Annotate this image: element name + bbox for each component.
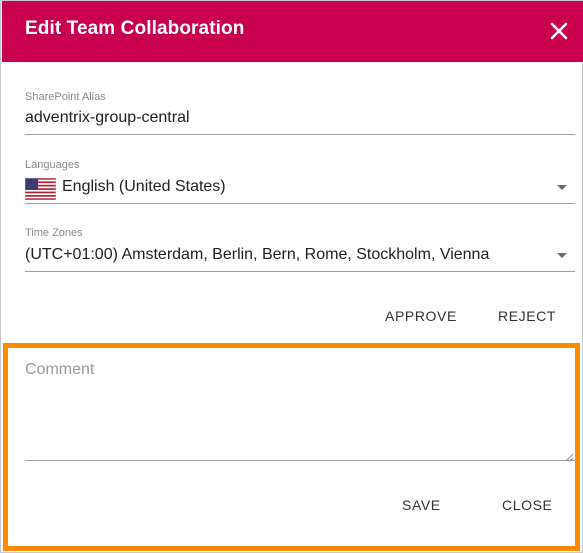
comment-underline [25, 460, 575, 461]
edit-dialog: Edit Team Collaboration SharePoint Alias… [0, 0, 583, 553]
languages-label: Languages [25, 159, 80, 171]
languages-value: English (United States) [62, 178, 226, 195]
chevron-down-icon[interactable] [557, 253, 567, 258]
dialog-header: Edit Team Collaboration [2, 1, 583, 62]
save-button[interactable]: SAVE [396, 493, 447, 517]
close-button[interactable]: CLOSE [496, 493, 558, 517]
comment-input[interactable]: Comment [25, 361, 94, 379]
chevron-down-icon[interactable] [557, 185, 567, 190]
sharepoint-alias-label: SharePoint Alias [25, 91, 106, 103]
time-zones-value: (UTC+01:00) Amsterdam, Berlin, Bern, Rom… [25, 246, 490, 263]
dialog-title: Edit Team Collaboration [25, 18, 245, 39]
time-zones-select[interactable]: Time Zones (UTC+01:00) Amsterdam, Berlin… [25, 227, 575, 273]
time-zones-label: Time Zones [25, 227, 83, 239]
sharepoint-alias-underline [25, 134, 575, 135]
us-flag-icon [24, 177, 57, 201]
languages-underline [25, 203, 575, 204]
sharepoint-alias-field[interactable]: SharePoint Alias adventrix-group-central [25, 91, 575, 137]
resize-handle-icon[interactable] [564, 449, 574, 462]
languages-select[interactable]: Languages English (United States) [24, 159, 575, 205]
time-zones-underline [25, 271, 575, 272]
reject-button[interactable]: REJECT [492, 304, 562, 328]
close-icon[interactable] [547, 19, 571, 43]
approve-button[interactable]: APPROVE [379, 304, 463, 328]
sharepoint-alias-input[interactable]: adventrix-group-central [25, 109, 190, 127]
